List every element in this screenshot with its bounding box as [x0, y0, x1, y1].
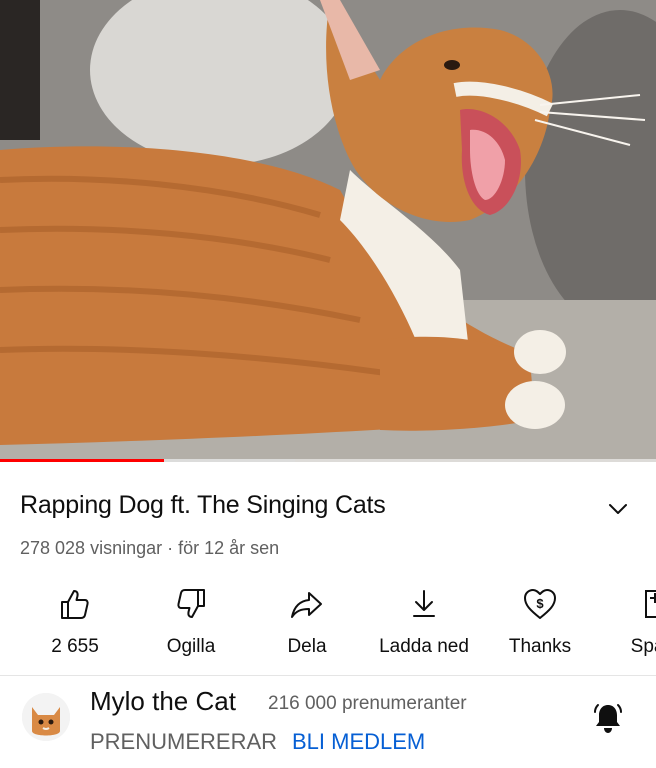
- video-progress-bar[interactable]: [0, 459, 656, 462]
- played-bar: [0, 459, 164, 462]
- join-button[interactable]: BLI MEDLEM: [292, 729, 425, 755]
- svg-text:$: $: [536, 596, 544, 611]
- avatar[interactable]: [22, 693, 70, 741]
- thumbs-down-icon: [177, 589, 205, 618]
- like-button[interactable]: 2 655: [17, 580, 133, 662]
- expand-description-button[interactable]: [603, 494, 633, 524]
- share-icon: [291, 592, 322, 618]
- thanks-heart-icon: $: [524, 589, 556, 619]
- notification-bell-button[interactable]: [590, 700, 626, 736]
- thanks-label: Thanks: [508, 636, 572, 657]
- video-title[interactable]: Rapping Dog ft. The Singing Cats: [20, 491, 386, 520]
- action-bar: 2 655 Ogilla Dela Ladda ned $ Thanks Sp: [0, 580, 656, 662]
- dislike-label: Ogilla: [166, 636, 216, 657]
- subscribed-button[interactable]: PRENUMERERAR: [90, 729, 277, 755]
- share-label: Dela: [287, 636, 327, 657]
- thumbs-up-icon: [61, 590, 89, 619]
- video-meta: 278 028 visningar · för 12 år sen: [20, 538, 280, 558]
- download-label: Ladda ned: [379, 636, 469, 657]
- share-button[interactable]: Dela: [249, 580, 365, 662]
- video-frame-cat: [0, 0, 656, 462]
- video-player[interactable]: [0, 0, 656, 462]
- download-button[interactable]: Ladda ned: [366, 580, 482, 662]
- bell-icon: [594, 704, 622, 733]
- like-count: 2 655: [51, 636, 99, 657]
- channel-avatar-image: [22, 693, 70, 741]
- chevron-down-icon: [609, 504, 627, 514]
- save-button[interactable]: Spara: [598, 580, 656, 662]
- dislike-button[interactable]: Ogilla: [133, 580, 249, 662]
- channel-row: Mylo the Cat 216 000 prenumeranter PRENU…: [0, 676, 656, 768]
- subscriber-count: 216 000 prenumeranter: [268, 693, 467, 714]
- download-icon: [413, 590, 435, 617]
- channel-name[interactable]: Mylo the Cat: [90, 686, 236, 717]
- save-label: Spara: [630, 636, 656, 657]
- thanks-button[interactable]: $ Thanks: [482, 580, 598, 662]
- save-icon: [645, 590, 656, 618]
